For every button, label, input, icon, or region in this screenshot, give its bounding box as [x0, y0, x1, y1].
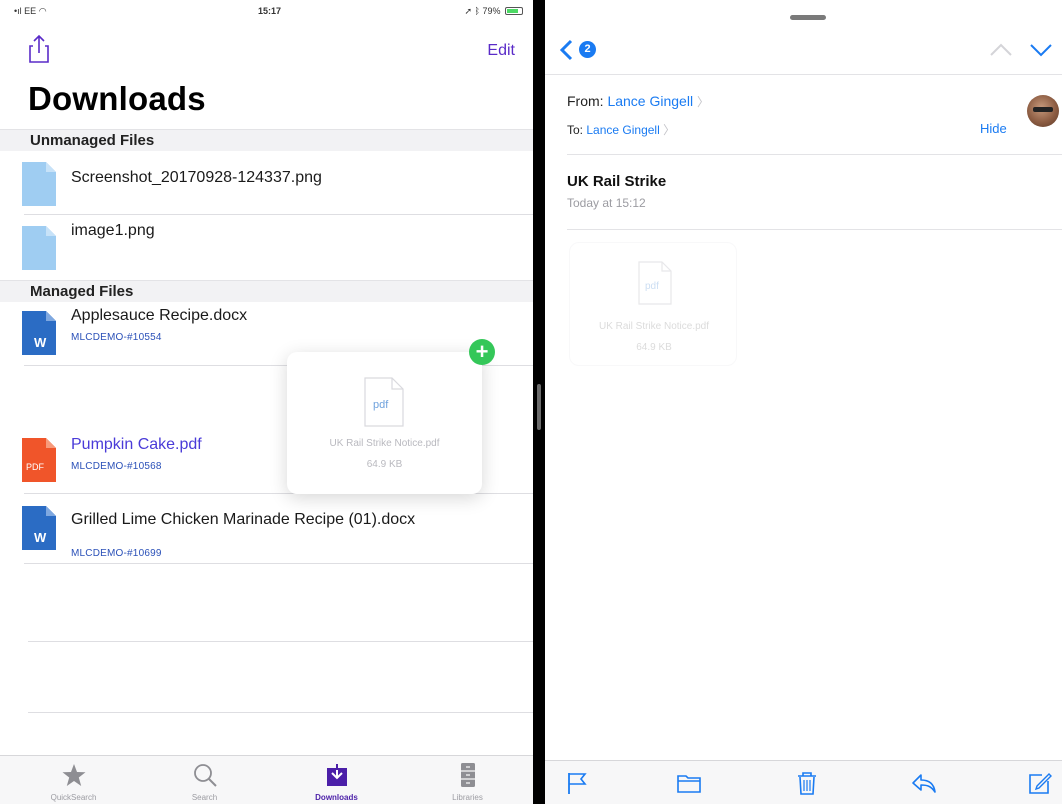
file-icon [22, 226, 56, 270]
chevron-right-icon: 〉 [663, 123, 676, 137]
file-name: Applesauce Recipe.docx [71, 307, 248, 324]
to-recipient-link[interactable]: Lance Gingell [586, 123, 659, 137]
cabinet-icon [461, 763, 475, 787]
file-id: MLCDEMO-#10554 [71, 332, 162, 343]
tab-label: Libraries [452, 793, 483, 802]
file-row[interactable]: Screenshot_20170928-124337.png [0, 151, 533, 215]
file-icon [22, 162, 56, 206]
chevron-left-icon [559, 39, 573, 61]
status-time: 15:17 [258, 6, 282, 16]
file-name: image1.png [71, 222, 155, 239]
bluetooth-icon: ᛒ [474, 6, 480, 16]
attachment-card[interactable]: pdf UK Rail Strike Notice.pdf 64.9 KB [569, 242, 737, 366]
tab-bar: QuickSearch Search Downloads Libraries [0, 755, 533, 804]
folder-icon[interactable] [676, 771, 702, 795]
pdf-badge: PDF [26, 462, 45, 472]
tab-label: QuickSearch [50, 793, 97, 802]
row-separator [28, 641, 533, 642]
chevron-right-icon: 〉 [696, 95, 709, 109]
tab-quicksearch[interactable]: QuickSearch [7, 756, 140, 804]
tab-label: Search [191, 793, 218, 802]
header-separator [567, 154, 1062, 155]
tab-search[interactable]: Search [138, 756, 271, 804]
chevron-down-icon[interactable] [1029, 42, 1053, 58]
from-row: From: Lance Gingell 〉 [567, 93, 709, 110]
unread-count-badge: 2 [579, 41, 596, 58]
word-badge: W [34, 335, 47, 350]
status-bar: •ıl EE ◠ 15:17 ➚ ᛒ 79% [0, 6, 533, 20]
pdf-file-icon: pdf [638, 261, 672, 305]
avatar[interactable] [1027, 95, 1059, 127]
chevron-up-icon[interactable] [989, 42, 1013, 58]
battery-percent: 79% [482, 6, 501, 16]
compose-icon[interactable] [1027, 771, 1053, 795]
pdf-icon-label: pdf [373, 399, 389, 411]
file-name: Pumpkin Cake.pdf [71, 436, 202, 453]
star-icon [62, 764, 86, 786]
tab-libraries[interactable]: Libraries [401, 756, 533, 804]
trash-icon[interactable] [794, 771, 820, 795]
tab-label: Downloads [315, 793, 358, 802]
carrier-label: EE [24, 6, 37, 16]
split-view-divider[interactable] [533, 0, 545, 804]
pdf-icon-label: pdf [645, 281, 659, 292]
location-icon: ➚ [464, 6, 473, 16]
to-row: To: Lance Gingell 〉 [567, 121, 675, 138]
header-separator [545, 74, 1062, 75]
file-row[interactable]: image1.png [0, 215, 533, 277]
multitasking-grabber[interactable] [790, 15, 826, 20]
share-icon[interactable] [28, 34, 50, 64]
search-icon [194, 764, 217, 787]
carrier-signal: •ıl EE ◠ [14, 6, 47, 17]
status-right: ➚ ᛒ 79% [464, 6, 523, 17]
signal-icon: •ıl [14, 6, 22, 16]
body-separator [567, 229, 1062, 230]
drag-preview-card[interactable]: pdf UK Rail Strike Notice.pdf 64.9 KB [287, 352, 482, 494]
file-id: MLCDEMO-#10699 [71, 548, 162, 559]
file-name: Screenshot_20170928-124337.png [71, 169, 322, 186]
divider-handle[interactable] [537, 384, 541, 430]
battery-icon [505, 7, 523, 15]
file-name: Grilled Lime Chicken Marinade Recipe (01… [71, 511, 416, 528]
word-doc-icon: W [22, 506, 56, 550]
add-badge-icon: + [469, 339, 495, 365]
from-sender-link[interactable]: Lance Gingell [607, 93, 693, 109]
mail-subject: UK Rail Strike [567, 173, 667, 190]
tab-downloads[interactable]: Downloads [270, 756, 403, 804]
attachment-name: UK Rail Strike Notice.pdf [329, 438, 440, 449]
downloads-pane: •ıl EE ◠ 15:17 ➚ ᛒ 79% Edit Downloads Un… [0, 0, 533, 804]
flag-icon[interactable] [565, 771, 591, 795]
to-label: To: [567, 123, 584, 137]
file-row[interactable]: W Grilled Lime Chicken Marinade Recipe (… [0, 494, 533, 564]
hide-details-button[interactable]: Hide [980, 121, 1007, 136]
pdf-file-icon: pdf [364, 377, 404, 427]
reply-icon[interactable] [911, 771, 937, 795]
from-label: From: [567, 93, 604, 109]
attachment-size: 64.9 KB [366, 459, 403, 470]
mail-date: Today at 15:12 [567, 196, 646, 210]
section-header-unmanaged: Unmanaged Files [0, 129, 533, 151]
attachment-size: 64.9 KB [636, 342, 672, 353]
mail-toolbar [545, 760, 1062, 804]
edit-button[interactable]: Edit [487, 42, 515, 60]
row-separator [24, 563, 533, 564]
mail-pane: 2 From: Lance Gingell 〉 To: Lance Gingel… [545, 0, 1062, 804]
row-separator [28, 712, 533, 713]
sunglasses-shape [1033, 107, 1053, 112]
download-icon [327, 764, 347, 786]
wifi-icon: ◠ [38, 6, 47, 16]
file-id: MLCDEMO-#10568 [71, 461, 162, 472]
word-badge: W [34, 530, 47, 545]
word-doc-icon: W [22, 311, 56, 355]
section-header-managed: Managed Files [0, 280, 533, 302]
attachment-name: UK Rail Strike Notice.pdf [598, 321, 710, 332]
back-button[interactable]: 2 [559, 39, 603, 61]
pdf-file-icon: PDF [22, 438, 56, 482]
page-title: Downloads [28, 80, 206, 117]
